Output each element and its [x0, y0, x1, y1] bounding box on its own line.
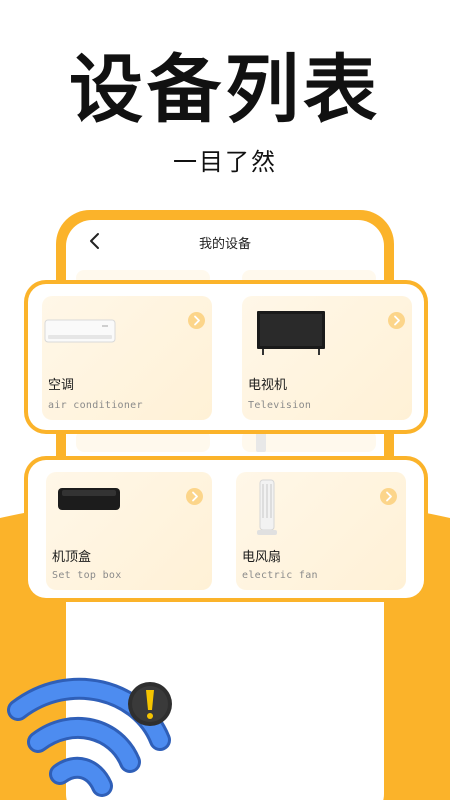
device-subtitle: Set top box [52, 570, 122, 581]
device-card-air-conditioner[interactable]: 空调 air conditioner [42, 296, 212, 420]
hero-title: 设备列表 [69, 47, 381, 133]
device-name: 机顶盒 [52, 550, 92, 565]
electric-fan-icon [252, 478, 282, 538]
air-conditioner-icon [44, 318, 116, 346]
device-card-electric-fan[interactable]: 电风扇 electric fan [236, 472, 406, 590]
screen-title: 我的设备 [198, 237, 251, 252]
hero-subtitle: 一目了然 [173, 148, 277, 176]
device-card-television[interactable]: 电视机 Television [242, 296, 412, 420]
back-arrow-icon[interactable] [84, 230, 106, 252]
wifi-warning-icon [0, 660, 190, 800]
chevron-right-icon[interactable] [186, 488, 203, 505]
chevron-right-icon[interactable] [380, 488, 397, 505]
device-subtitle: Television [248, 400, 312, 411]
device-name: 空调 [48, 378, 75, 393]
chevron-right-icon[interactable] [188, 312, 205, 329]
device-card-set-top-box[interactable]: 机顶盒 Set top box [46, 472, 212, 590]
device-panel-top: 空调 air conditioner 电视机 Television [24, 280, 428, 434]
device-subtitle: air conditioner [48, 400, 143, 411]
fan-pole [256, 432, 266, 452]
chevron-right-icon[interactable] [388, 312, 405, 329]
device-name: 电视机 [248, 378, 288, 393]
set-top-box-icon [56, 482, 122, 514]
device-panel-bottom: 机顶盒 Set top box 电风扇 electric fan [24, 456, 428, 602]
device-subtitle: electric fan [242, 570, 318, 581]
television-icon [256, 310, 326, 356]
device-name: 电风扇 [242, 550, 282, 565]
